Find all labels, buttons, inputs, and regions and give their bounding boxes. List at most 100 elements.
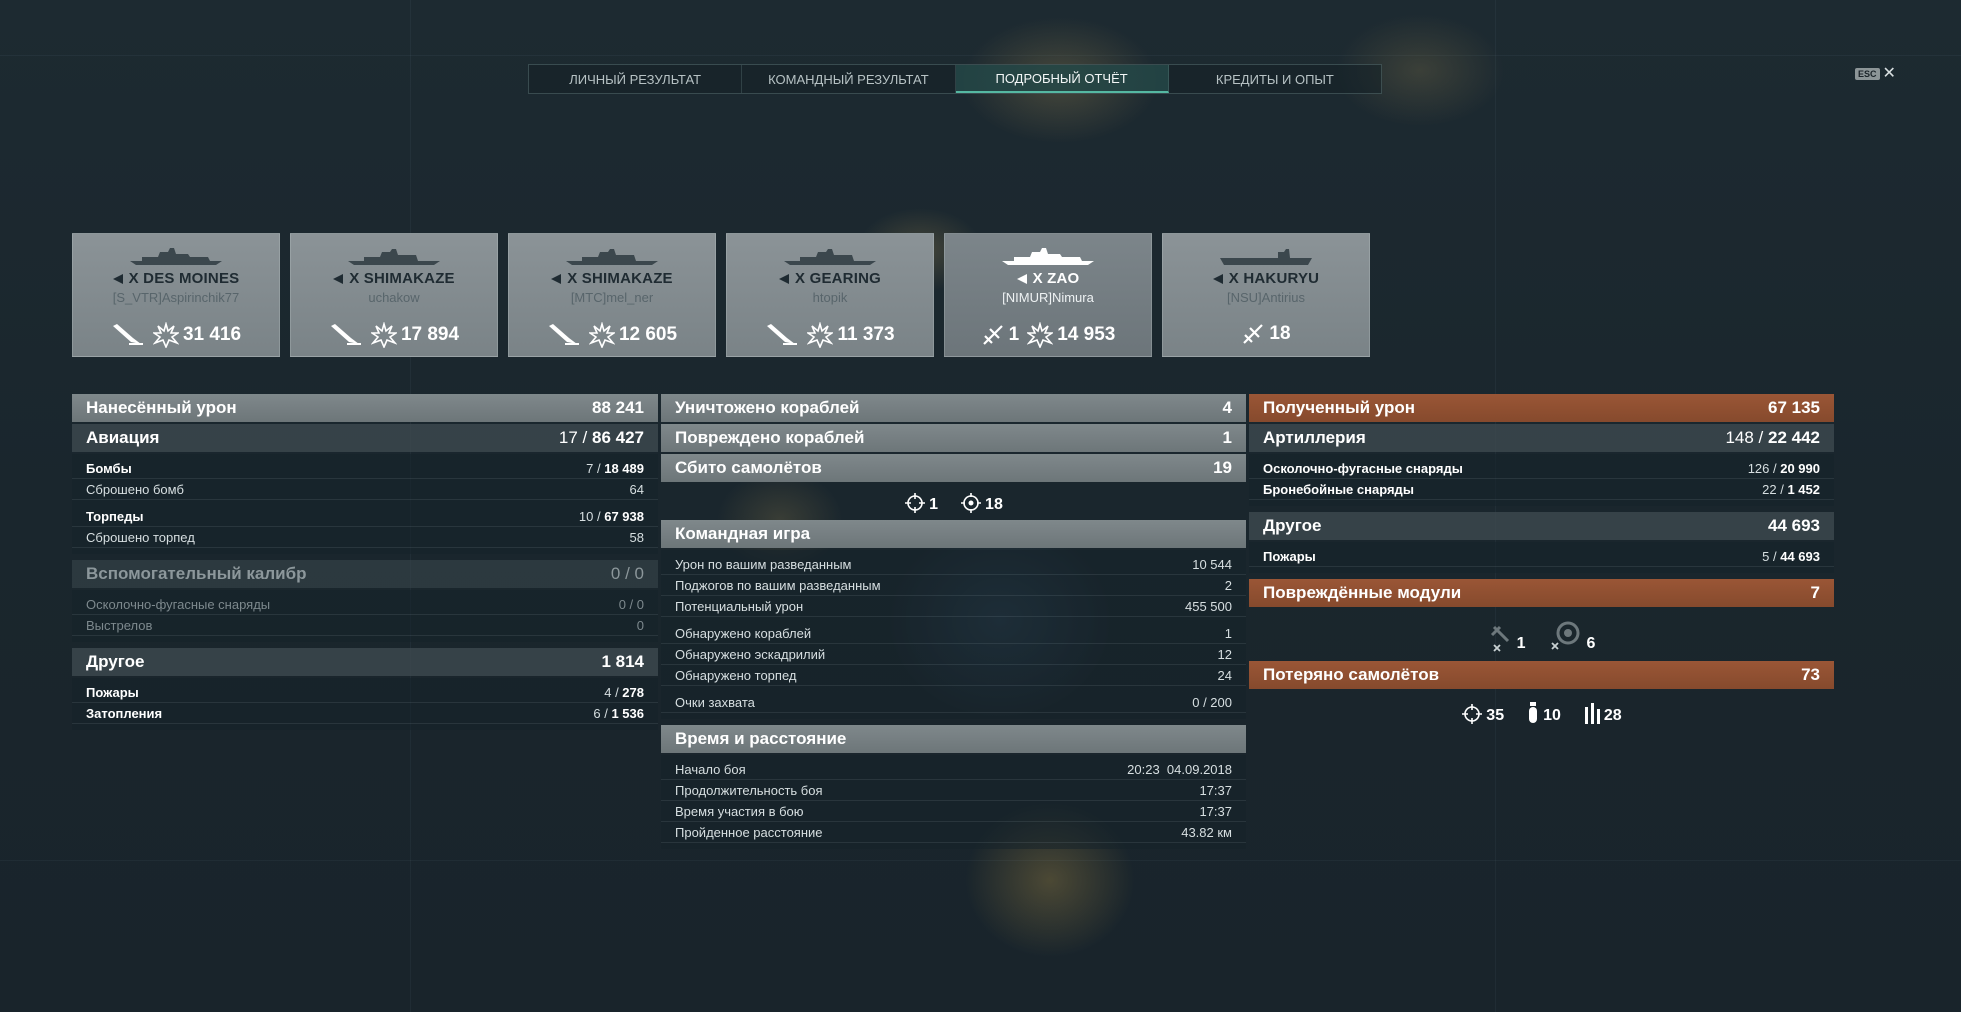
planes-shot-header: Сбито самолётов 19 [661,454,1246,482]
damage-stat: 31 416 [152,322,241,348]
ship-name: X SHIMAKAZE [509,270,715,287]
damaged-modules-header: Повреждённые модули 7 [1249,579,1834,607]
ships-spotted-row: Обнаружено кораблей 1 [661,623,1246,644]
ship-name: X GEARING [727,270,933,287]
damage-received-header: Полученный урон 67 135 [1249,394,1834,422]
ship-class-icon [333,274,344,285]
ship-card[interactable]: X SHIMAKAZE uchakow 17 894 [290,233,498,357]
ship-name: X SHIMAKAZE [291,270,497,287]
player-name: [NIMUR]Nimura [1002,290,1094,305]
damage-received-panel: Полученный урон 67 135 Артиллерия 148 / 2… [1249,394,1834,731]
aa-kills: 18 [960,492,1003,514]
capture-points-row: Очки захвата 0 / 200 [661,692,1246,713]
planes-shot-stat: 18 [1241,322,1291,346]
floods-row: Затопления 6 / 1 536 [72,703,658,724]
ships-damaged-header: Повреждено кораблей 1 [661,424,1246,452]
spot-fires-row: Поджогов по вашим разведанным 2 [661,575,1246,596]
artillery-header: Артиллерия 148 / 22 442 [1249,424,1834,452]
steering-module: 1 [1488,623,1526,653]
time-distance-header: Время и расстояние [661,725,1246,753]
other-received-header: Другое 44 693 [1249,512,1834,540]
torpedo-hit-icon [548,324,579,345]
torpedoes-row: Торпеды 10 / 67 938 [72,506,658,527]
torpedo-hit-icon [767,324,798,345]
player-name: [S_VTR]Aspirinchik77 [112,290,240,305]
player-name: htopik [812,290,848,305]
distance-row: Пройденное расстояние 43.82 км [661,822,1246,843]
torpedoes-spotted-row: Обнаружено торпед 24 [661,665,1246,686]
received-fires-row: Пожары 5 / 44 693 [1249,546,1834,567]
damage-explosion-icon [370,322,397,348]
ship-card[interactable]: X DES MOINES [S_VTR]Aspirinchik77 31 416 [72,233,280,357]
damage-dealt-header: Нанесённый урон 88 241 [72,394,658,422]
ship-class-icon [1212,274,1223,285]
damage-explosion-icon [807,322,834,348]
torpedoes-dropped-row: Сброшено торпед 58 [72,527,658,548]
battle-start-row: Начало боя 20:23 04.09.2018 [661,759,1246,780]
player-name: [MTC]mel_ner [570,290,654,305]
destroyer-silhouette-icon [566,249,658,265]
planes-shot-stat: 1 [981,323,1019,347]
ship-name: X HAKURYU [1163,270,1369,287]
combat-stats-panel: Уничтожено кораблей 4 Повреждено кораблей… [661,394,1246,855]
steering-gear-icon [1490,625,1509,652]
close-button[interactable]: ESC ✕ [1855,65,1896,82]
fighter-icon [1462,704,1483,724]
potential-damage-row: Потенциальный урон 455 500 [661,596,1246,617]
received-ap-row: Бронебойные снаряды 22 / 1 452 [1249,479,1834,500]
damage-dealt-panel: Нанесённый урон 88 241 Авиация 17 / 86 42… [72,394,658,736]
bombers-lost: 10 [1526,701,1561,725]
damage-explosion-icon [1027,322,1054,348]
team-play-header: Командная игра [661,520,1246,548]
fighter-kills: 1 [904,492,938,514]
ship-card[interactable]: X HAKURYU [NSU]Antirius 18 [1162,233,1370,357]
player-name: uchakow [368,290,420,305]
ship-name: X ZAO [945,270,1151,287]
secondary-header: Вспомогательный калибр 0 / 0 [72,560,658,588]
bombs-dropped-row: Сброшено бомб 64 [72,479,658,500]
ship-name: X DES MOINES [73,270,279,287]
engine-icon [1550,621,1579,650]
ship-card[interactable]: X SHIMAKAZE [MTC]mel_ner 12 605 [508,233,716,357]
torpedo-hit-icon [330,324,361,345]
bomb-icon [1529,702,1538,723]
tab-personal-result[interactable]: ЛИЧНЫЙ РЕЗУЛЬТАТ [529,65,743,93]
plane-shot-icon [982,325,1003,345]
squadrons-spotted-row: Обнаружено эскадрилий 12 [661,644,1246,665]
cruiser-silhouette-icon [1002,248,1094,265]
planes-lost-header: Потеряно самолётов 73 [1249,661,1834,689]
secondary-shots-row: Выстрелов 0 [72,615,658,636]
ship-class-icon [551,274,562,285]
destroyer-silhouette-icon [784,249,876,265]
player-name: [NSU]Antirius [1226,290,1306,305]
secondary-he-row: Осколочно-фугасные снаряды 0 / 0 [72,594,658,615]
battle-duration-row: Продолжительность боя 17:37 [661,780,1246,801]
torpedo-hit-icon [112,324,143,345]
fighters-lost: 35 [1461,703,1504,725]
cruiser-silhouette-icon [130,248,222,265]
bombs-row: Бомбы 7 / 18 489 [72,458,658,479]
esc-key-label: ESC [1855,68,1880,80]
ship-class-icon [779,274,789,285]
damage-explosion-icon [588,322,615,348]
aa-defense-icon [961,493,982,513]
close-icon: ✕ [1882,65,1896,82]
ship-card-self[interactable]: X ZAO [NIMUR]Nimura 1 14 953 [944,233,1152,357]
received-he-row: Осколочно-фугасные снаряды 126 / 20 990 [1249,458,1834,479]
torpedo-icon [1584,703,1600,724]
other-dealt-header: Другое 1 814 [72,648,658,676]
destroyer-silhouette-icon [348,249,440,265]
ship-card[interactable]: X GEARING htopik 11 373 [726,233,934,357]
tab-team-result[interactable]: КОМАНДНЫЙ РЕЗУЛЬТАТ [742,65,956,93]
ship-class-icon [1016,274,1027,285]
plane-shot-icon [1243,324,1264,344]
ship-cards: X DES MOINES [S_VTR]Aspirinchik77 31 416… [72,233,1370,357]
aviation-header: Авиация 17 / 86 427 [72,424,658,452]
tab-bar: ЛИЧНЫЙ РЕЗУЛЬТАТ КОМАНДНЫЙ РЕЗУЛЬТАТ ПОД… [528,64,1382,94]
tab-detailed-report[interactable]: ПОДРОБНЫЙ ОТЧЁТ [955,65,1169,93]
crosshair-icon [905,493,926,513]
ship-class-icon [112,274,123,285]
engine-module: 6 [1548,621,1595,653]
tab-credits-xp[interactable]: КРЕДИТЫ И ОПЫТ [1169,65,1381,93]
participation-time-row: Время участия в бою 17:37 [661,801,1246,822]
